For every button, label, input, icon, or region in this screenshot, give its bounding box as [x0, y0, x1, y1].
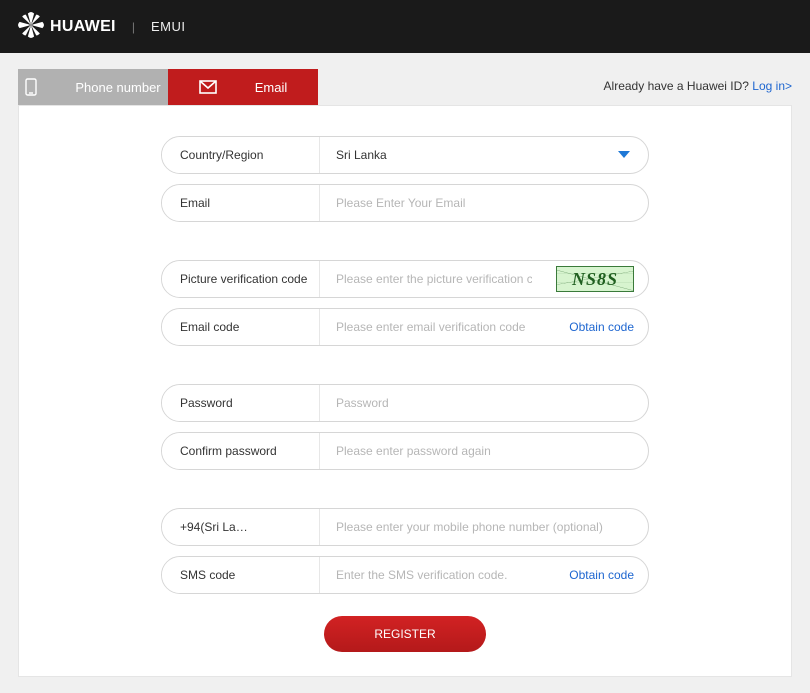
register-panel: Country/Region Sri Lanka Email Picture v: [18, 105, 792, 677]
tab-phone[interactable]: Phone number: [18, 69, 168, 105]
phone-row: +94(Sri La…: [161, 508, 649, 546]
picture-verification-row: Picture verification code NS8S: [161, 260, 649, 298]
captcha-text: NS8S: [572, 269, 618, 290]
country-region-value: Sri Lanka: [320, 137, 648, 173]
confirm-password-input[interactable]: [320, 433, 648, 469]
tab-email-label: Email: [255, 80, 288, 95]
sms-code-input[interactable]: [320, 557, 561, 593]
topbar: Phone number Email Already have a Huawei…: [18, 69, 792, 105]
app-header: HUAWEI | EMUI: [0, 0, 810, 53]
login-link[interactable]: Log in>: [752, 79, 792, 93]
obtain-email-code-link[interactable]: Obtain code: [569, 320, 634, 334]
email-row: Email: [161, 184, 649, 222]
email-code-row: Email code Obtain code: [161, 308, 649, 346]
tab-phone-label: Phone number: [75, 80, 160, 95]
mail-icon: [199, 80, 217, 94]
phone-country-code[interactable]: +94(Sri La…: [162, 509, 320, 545]
confirm-password-label: Confirm password: [162, 433, 320, 469]
captcha-image[interactable]: NS8S: [556, 266, 634, 292]
email-field[interactable]: [320, 185, 648, 221]
huawei-logo-icon: [18, 12, 44, 41]
header-divider: |: [132, 20, 135, 34]
register-tabs: Phone number Email: [18, 69, 318, 105]
phone-input[interactable]: [320, 509, 648, 545]
obtain-sms-code-link[interactable]: Obtain code: [569, 568, 634, 582]
brand-group: HUAWEI | EMUI: [18, 12, 185, 41]
brand-text: HUAWEI: [50, 18, 116, 36]
email-code-label: Email code: [162, 309, 320, 345]
sms-code-label: SMS code: [162, 557, 320, 593]
phone-icon: [25, 78, 37, 96]
picture-verification-label: Picture verification code: [162, 261, 320, 297]
password-input[interactable]: [320, 385, 648, 421]
sms-code-row: SMS code Obtain code: [161, 556, 649, 594]
subbrand-text[interactable]: EMUI: [151, 19, 186, 34]
email-code-input[interactable]: [320, 309, 561, 345]
already-prompt: Already have a Huawei ID?: [604, 79, 753, 93]
password-label: Password: [162, 385, 320, 421]
register-button[interactable]: REGISTER: [324, 616, 486, 652]
picture-verification-input[interactable]: [320, 261, 548, 297]
email-label: Email: [162, 185, 320, 221]
register-form: Country/Region Sri Lanka Email Picture v: [161, 136, 649, 652]
country-region-label: Country/Region: [162, 137, 320, 173]
tab-email[interactable]: Email: [168, 69, 318, 105]
password-row: Password: [161, 384, 649, 422]
confirm-password-row: Confirm password: [161, 432, 649, 470]
already-have-id: Already have a Huawei ID? Log in>: [604, 79, 792, 93]
country-region-select[interactable]: Country/Region Sri Lanka: [161, 136, 649, 174]
